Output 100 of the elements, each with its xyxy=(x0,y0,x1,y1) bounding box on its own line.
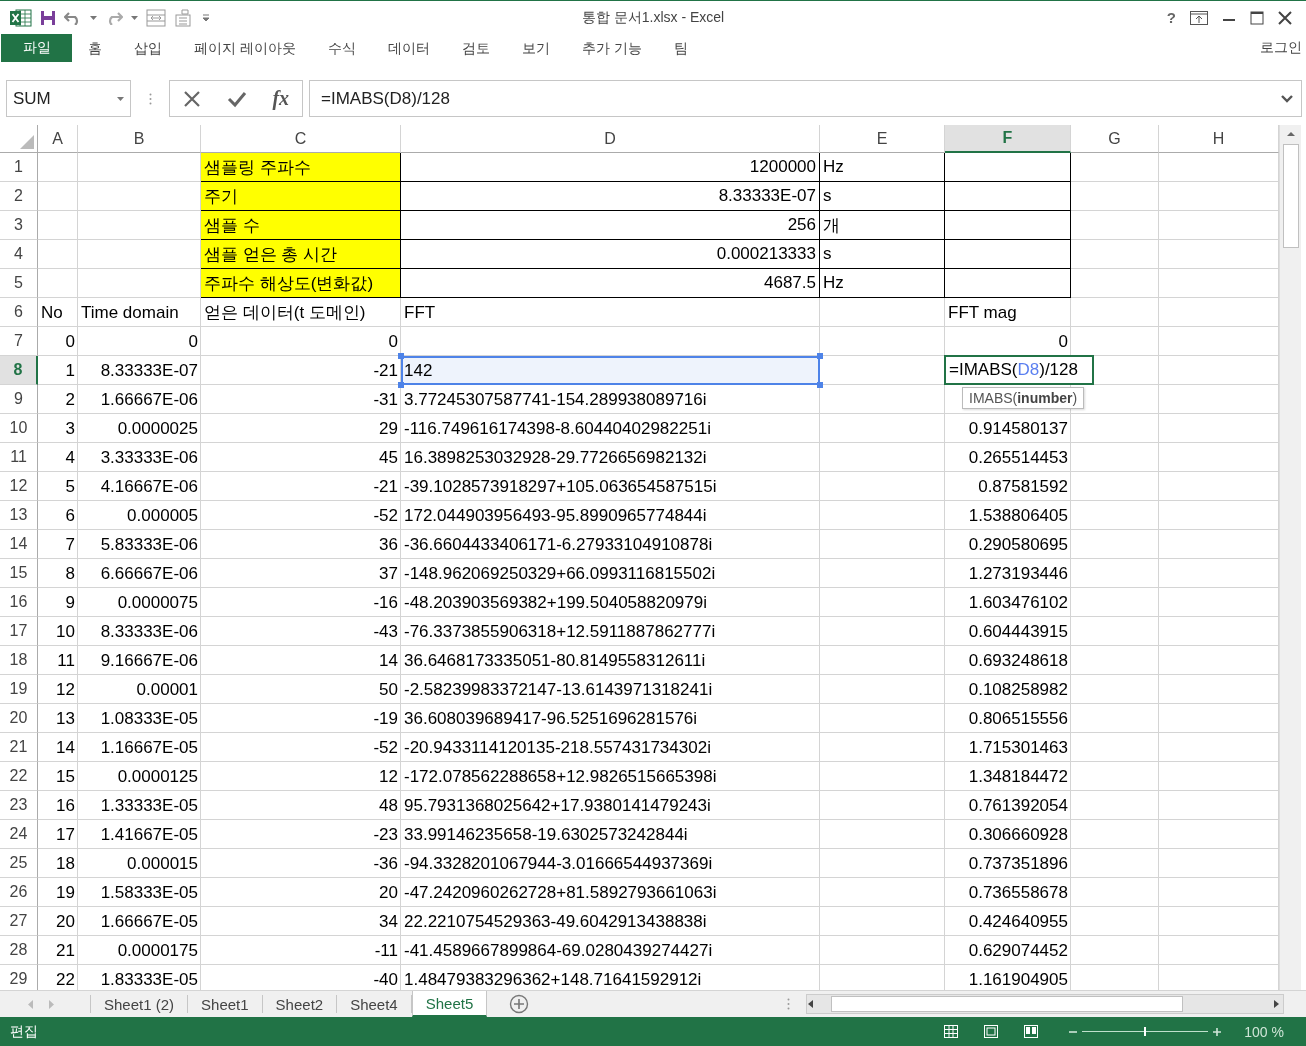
row-header[interactable]: 28 xyxy=(0,936,38,965)
table-cell-text: 15 xyxy=(55,765,76,788)
row-header[interactable]: 22 xyxy=(0,762,38,791)
ribbon-tab[interactable]: 데이터 xyxy=(371,34,446,62)
table-cell: 샘플링 주파수 xyxy=(201,153,401,182)
ribbon-tab[interactable]: 페이지 레이아웃 xyxy=(178,34,312,62)
ribbon-tab[interactable]: 홈 xyxy=(72,34,118,62)
caret-icon[interactable] xyxy=(90,15,97,20)
table-cell-text: 14 xyxy=(378,649,399,672)
row-header[interactable]: 12 xyxy=(0,472,38,501)
row-header[interactable]: 23 xyxy=(0,791,38,820)
cancel-icon[interactable] xyxy=(182,89,201,108)
cell-editor[interactable]: =IMABS(D8)/128 xyxy=(944,355,1094,385)
row-header[interactable]: 4 xyxy=(0,240,38,269)
table-cell-text: 37 xyxy=(378,562,399,585)
table-cell-text: 0.108258982 xyxy=(967,678,1069,701)
column-header[interactable]: G xyxy=(1071,125,1159,153)
sheet-tab[interactable]: Sheet2 xyxy=(262,995,338,1013)
page-layout-icon[interactable] xyxy=(984,1025,999,1038)
ribbon-tab[interactable]: 추가 기능 xyxy=(565,34,658,62)
row-header[interactable]: 26 xyxy=(0,878,38,907)
column-header[interactable]: B xyxy=(78,125,201,153)
close-icon[interactable] xyxy=(1278,10,1292,25)
name-box[interactable]: SUM xyxy=(6,80,131,117)
caret-icon[interactable] xyxy=(117,96,124,101)
row-header[interactable]: 27 xyxy=(0,907,38,936)
row-header[interactable]: 3 xyxy=(0,211,38,240)
column-header[interactable]: A xyxy=(38,125,78,153)
table-cell-text: -11 xyxy=(373,939,399,962)
formula-field[interactable]: =IMABS(D8)/128 xyxy=(309,80,1302,117)
form-icon[interactable] xyxy=(146,8,166,27)
sheet-tab[interactable]: Sheet1 (2) xyxy=(91,995,189,1013)
add-sheet-icon[interactable] xyxy=(509,994,530,1014)
table-cell: 주기 xyxy=(201,182,401,211)
table-cell-text: 0 xyxy=(387,330,399,353)
row-header[interactable]: 17 xyxy=(0,617,38,646)
ribbon-tab[interactable]: 파일 xyxy=(1,34,72,62)
scrollbar-thumb[interactable] xyxy=(831,996,1183,1012)
insert-function-button[interactable]: fx xyxy=(272,87,290,110)
row-header[interactable]: 25 xyxy=(0,849,38,878)
normal-view-icon[interactable] xyxy=(944,1025,959,1038)
check-icon[interactable] xyxy=(226,89,247,108)
zoom-in-icon[interactable] xyxy=(1212,1026,1223,1037)
status-mode: 편집 xyxy=(10,1022,38,1041)
zoom-level[interactable]: 100 % xyxy=(1244,1023,1284,1040)
help-button[interactable]: ? xyxy=(1166,9,1176,26)
ribbon-tab[interactable]: 수식 xyxy=(311,34,372,62)
caret-icon[interactable] xyxy=(131,15,138,20)
table-cell-text: 8.33333E-07 xyxy=(99,359,199,382)
ribbon-tab[interactable]: 삽입 xyxy=(118,34,178,62)
table-cell-text: -39.1028573918297+105.063654587515i xyxy=(403,475,718,498)
ribbon-tab[interactable]: 보기 xyxy=(505,34,566,62)
row-header[interactable]: 10 xyxy=(0,414,38,443)
row-header[interactable]: 9 xyxy=(0,385,38,414)
column-header[interactable]: D xyxy=(401,125,820,153)
customize-caret-icon[interactable] xyxy=(202,13,210,22)
table-cell-text: 20 xyxy=(55,910,76,933)
table-cell-text: 4 xyxy=(64,446,76,469)
row-header[interactable]: 13 xyxy=(0,501,38,530)
table-cell-text: -41.4589667899864-69.0280439274427i xyxy=(403,939,714,962)
row-header[interactable]: 11 xyxy=(0,443,38,472)
row-header[interactable]: 18 xyxy=(0,646,38,675)
sheet-tab[interactable]: Sheet4 xyxy=(337,995,412,1013)
expand-caret-icon[interactable] xyxy=(1281,94,1293,103)
table-cell-text: -36.6604433406171-6.27933104910878i xyxy=(403,533,714,556)
row-header[interactable]: 24 xyxy=(0,820,38,849)
zoom-slider-thumb[interactable] xyxy=(1144,1027,1147,1036)
row-header[interactable]: 2 xyxy=(0,182,38,211)
ribbon-tab[interactable]: 검토 xyxy=(445,34,506,62)
row-header[interactable]: 5 xyxy=(0,269,38,298)
ribbon-tab[interactable]: 팀 xyxy=(657,34,704,62)
row-header[interactable]: 21 xyxy=(0,733,38,762)
scrollbar-thumb[interactable] xyxy=(1282,144,1299,248)
table-cell-text: 0 xyxy=(64,330,76,353)
row-header[interactable]: 20 xyxy=(0,704,38,733)
table-cell-text: 0.00001 xyxy=(135,678,199,701)
scroll-right-icon[interactable] xyxy=(1272,999,1280,1009)
column-header[interactable]: F xyxy=(945,125,1071,153)
row-header[interactable]: 8 xyxy=(0,356,38,385)
row-header[interactable]: 19 xyxy=(0,675,38,704)
page-break-icon[interactable] xyxy=(1024,1025,1039,1038)
table-cell-text: -36 xyxy=(372,852,399,875)
row-header[interactable]: 16 xyxy=(0,588,38,617)
window-title: 통합 문서1.xlsx - Excel xyxy=(581,8,725,27)
table-cell-text: -172.078562288658+12.9826515665398i xyxy=(403,765,718,788)
table-cell: 256 xyxy=(401,211,820,240)
sheet-tab[interactable]: Sheet5 xyxy=(411,991,488,1017)
row-header[interactable]: 14 xyxy=(0,530,38,559)
table-cell-text: 1.83333E-05 xyxy=(99,968,199,990)
sheet-tab[interactable]: Sheet1 xyxy=(188,995,263,1013)
maximize-icon[interactable] xyxy=(1250,10,1264,25)
table-cell-text: 12 xyxy=(55,678,76,701)
sign-in-link[interactable]: 로그인 xyxy=(1260,34,1306,62)
row-header[interactable]: 1 xyxy=(0,153,38,182)
ribbon-display-icon[interactable] xyxy=(1190,10,1208,25)
row-header[interactable]: 6 xyxy=(0,298,38,327)
table-cell-text: 0.693248618 xyxy=(967,649,1069,672)
row-header[interactable]: 15 xyxy=(0,559,38,588)
table-cell-text: 2 xyxy=(64,388,76,411)
scroll-left-icon[interactable] xyxy=(807,999,815,1009)
